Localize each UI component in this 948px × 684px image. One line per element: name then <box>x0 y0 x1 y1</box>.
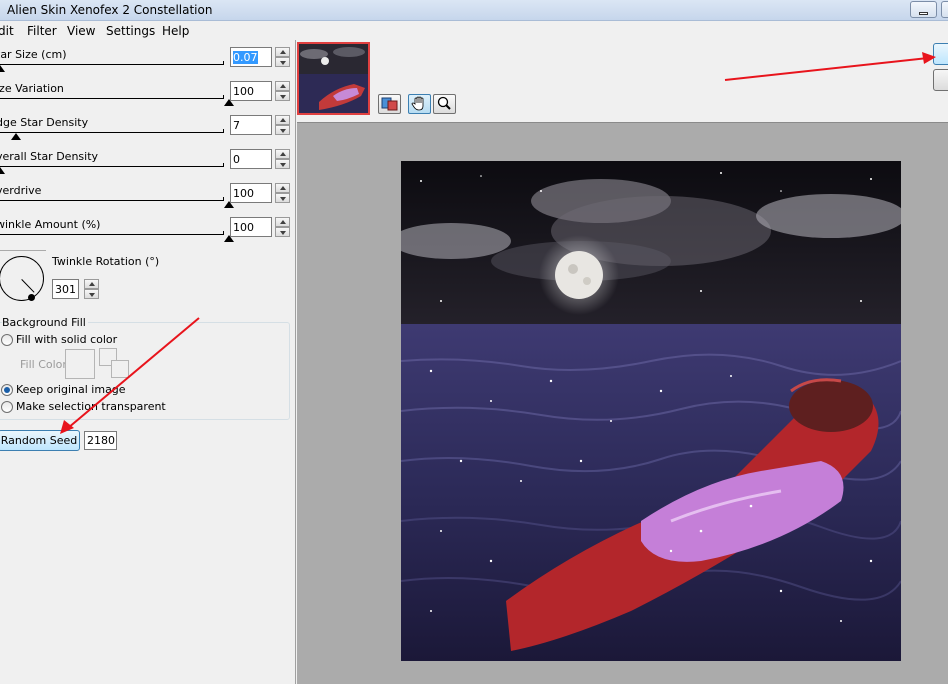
star-size-input[interactable]: 0.07 <box>230 47 272 67</box>
spin-down-icon[interactable] <box>275 227 290 237</box>
maximize-button[interactable] <box>941 1 948 18</box>
fill-color-swatch[interactable] <box>65 349 95 379</box>
thumbnail-image <box>299 44 368 113</box>
compare-button[interactable] <box>378 94 401 114</box>
preview-thumbnail[interactable] <box>297 42 370 115</box>
overall-star-density-spinner[interactable] <box>275 149 290 169</box>
preview-compare-icon <box>381 97 398 111</box>
size-variation-input[interactable]: 100 <box>230 81 272 101</box>
twinkle-rotation-dial[interactable] <box>0 256 44 301</box>
menu-edit[interactable]: dit <box>0 24 14 38</box>
edge-star-density-label: dge Star Density <box>0 116 89 129</box>
keep-original-label[interactable]: Keep original image <box>16 383 126 396</box>
overall-star-density-input[interactable]: 0 <box>230 149 272 169</box>
overall-star-density-label: verall Star Density <box>0 150 99 163</box>
zoom-icon <box>437 96 451 110</box>
size-variation-spinner[interactable] <box>275 81 290 101</box>
overdrive-spinner[interactable] <box>275 183 290 203</box>
random-seed-button[interactable]: Random Seed <box>0 430 80 451</box>
overdrive-label: verdrive <box>0 184 42 197</box>
minimize-button[interactable] <box>910 1 937 18</box>
menu-bar: dit Filter View Settings Help <box>0 21 948 40</box>
edge-star-density-input[interactable]: 7 <box>230 115 272 135</box>
overall-star-density-slider-thumb[interactable] <box>0 167 5 174</box>
spin-up-icon[interactable] <box>275 47 290 57</box>
fill-color-label: Fill Color <box>20 358 67 371</box>
spin-up-icon[interactable] <box>275 149 290 159</box>
spin-down-icon[interactable] <box>84 289 99 299</box>
menu-settings[interactable]: Settings <box>106 24 155 38</box>
twinkle-rotation-spinner[interactable] <box>84 279 99 299</box>
twinkle-rotation-input[interactable]: 301 <box>52 279 79 299</box>
size-variation-label: ize Variation <box>0 82 64 95</box>
twinkle-amount-input[interactable]: 100 <box>230 217 272 237</box>
menu-filter[interactable]: Filter <box>27 24 57 38</box>
overall-star-density-slider[interactable] <box>0 163 224 167</box>
preview-photo <box>401 161 901 661</box>
ok-button[interactable] <box>933 43 948 65</box>
cancel-button[interactable] <box>933 69 948 91</box>
edge-star-density-slider-thumb[interactable] <box>11 133 22 140</box>
spin-up-icon[interactable] <box>84 279 99 289</box>
dial-separator <box>0 250 46 251</box>
fill-solid-label[interactable]: Fill with solid color <box>16 333 117 346</box>
color-swap-icon-back <box>111 360 129 378</box>
menu-view[interactable]: View <box>67 24 95 38</box>
spin-up-icon[interactable] <box>275 81 290 91</box>
spin-up-icon[interactable] <box>275 183 290 193</box>
twinkle-rotation-label: Twinkle Rotation (°) <box>52 255 160 268</box>
spin-down-icon[interactable] <box>275 159 290 169</box>
background-fill-label: Background Fill <box>2 316 88 329</box>
star-size-slider-thumb[interactable] <box>0 65 5 72</box>
preview-image[interactable] <box>401 161 901 661</box>
make-transparent-radio[interactable] <box>1 401 13 413</box>
dial-needle <box>21 279 35 293</box>
keep-original-radio[interactable] <box>1 384 13 396</box>
arrow-to-ok <box>724 57 929 81</box>
edge-star-density-spinner[interactable] <box>275 115 290 135</box>
seed-input[interactable]: 2180 <box>84 431 117 450</box>
spin-down-icon[interactable] <box>275 193 290 203</box>
overdrive-slider[interactable] <box>0 197 224 201</box>
title-bar: Alien Skin Xenofex 2 Constellation <box>0 0 948 21</box>
spin-down-icon[interactable] <box>275 91 290 101</box>
spin-down-icon[interactable] <box>275 125 290 135</box>
spin-up-icon[interactable] <box>275 115 290 125</box>
dial-handle[interactable] <box>28 294 35 301</box>
hand-icon <box>411 96 424 111</box>
fill-solid-radio[interactable] <box>1 334 13 346</box>
minimize-icon <box>919 12 928 15</box>
overdrive-input[interactable]: 100 <box>230 183 272 203</box>
twinkle-amount-label: winkle Amount (%) <box>0 218 101 231</box>
twinkle-amount-slider[interactable] <box>0 231 224 235</box>
twinkle-amount-spinner[interactable] <box>275 217 290 237</box>
star-size-slider[interactable] <box>0 61 224 65</box>
menu-help[interactable]: Help <box>162 24 189 38</box>
spin-up-icon[interactable] <box>275 217 290 227</box>
controls-panel: tar Size (cm) 0.07 ize Variation 100 dge… <box>0 40 296 684</box>
edge-star-density-slider[interactable] <box>0 129 224 133</box>
size-variation-slider[interactable] <box>0 95 224 99</box>
make-transparent-label[interactable]: Make selection transparent <box>16 400 166 413</box>
star-size-spinner[interactable] <box>275 47 290 67</box>
spin-down-icon[interactable] <box>275 57 290 67</box>
star-size-label: tar Size (cm) <box>0 48 67 61</box>
zoom-tool-button[interactable] <box>433 94 456 114</box>
hand-tool-button[interactable] <box>408 94 431 114</box>
window-title: Alien Skin Xenofex 2 Constellation <box>7 3 213 17</box>
